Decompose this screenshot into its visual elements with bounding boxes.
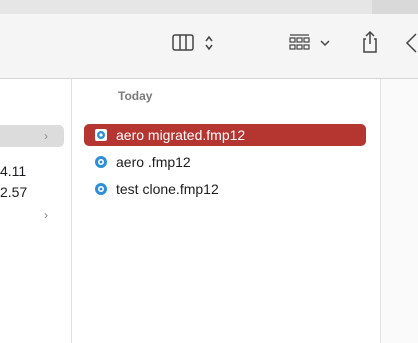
filemaker-file-icon (95, 129, 107, 141)
filemaker-file-icon (95, 183, 107, 195)
chevron-down-icon (320, 40, 330, 47)
left-row-value[interactable]: 4.11 (0, 163, 26, 179)
section-header-today: Today (118, 89, 153, 103)
back-button[interactable] (404, 32, 418, 54)
column-view-icon (172, 34, 194, 51)
window-top-strip (0, 0, 418, 14)
grid-group-icon (289, 34, 310, 50)
filemaker-file-icon (95, 156, 107, 168)
column-divider-right[interactable] (380, 79, 381, 343)
up-down-chevron-icon (205, 35, 213, 51)
left-row-chevron-icon: › (44, 129, 48, 143)
column-right-empty (380, 79, 418, 343)
file-row-selected[interactable]: aero migrated.fmp12 (84, 124, 366, 146)
file-row[interactable]: aero .fmp12 (84, 151, 366, 173)
view-options-stepper[interactable] (204, 34, 214, 52)
column-divider-left[interactable] (71, 79, 72, 343)
share-button[interactable] (361, 30, 379, 54)
left-row-value[interactable]: 2.57 (0, 184, 27, 200)
left-column-selected-row[interactable] (0, 125, 64, 147)
file-name: aero .fmp12 (116, 154, 191, 170)
finder-toolbar (0, 14, 418, 79)
column-view-button[interactable] (172, 34, 196, 52)
group-button[interactable] (289, 34, 331, 52)
chevron-left-icon (405, 33, 417, 53)
share-icon (363, 30, 377, 53)
file-row[interactable]: test clone.fmp12 (84, 178, 366, 200)
file-name: test clone.fmp12 (116, 181, 219, 197)
left-row-chevron-icon: › (44, 208, 48, 222)
window-top-strip-right (372, 0, 418, 14)
file-name: aero migrated.fmp12 (116, 127, 246, 143)
